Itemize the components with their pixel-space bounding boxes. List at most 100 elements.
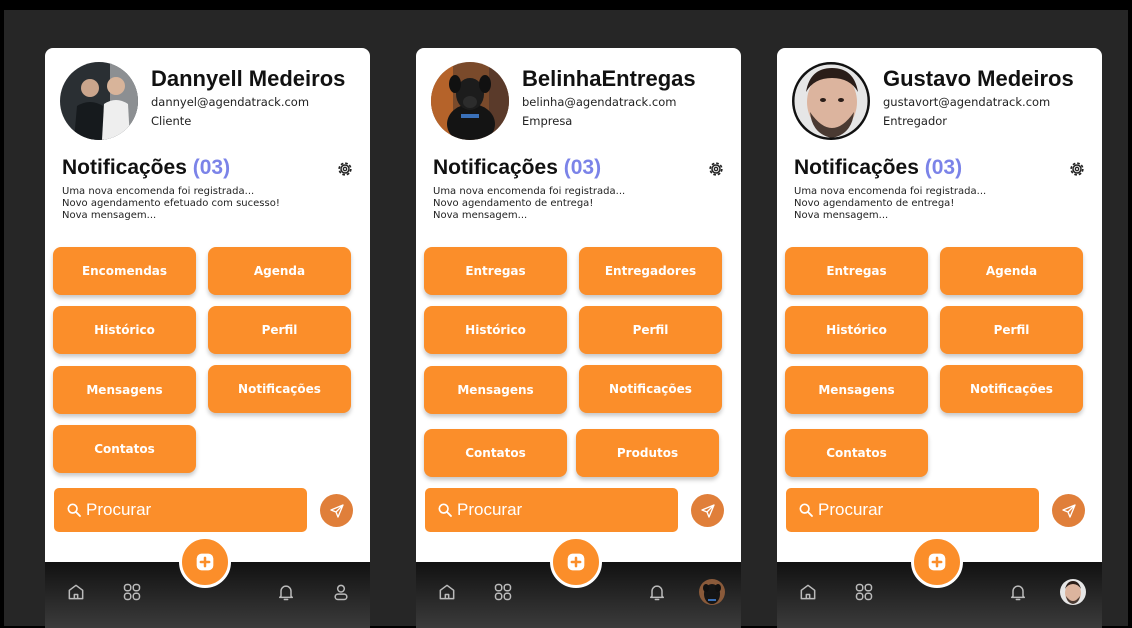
avatar-icon (1060, 579, 1086, 605)
nav-avatar[interactable] (1060, 579, 1086, 605)
send-icon (329, 503, 344, 518)
user-name: BelinhaEntregas (522, 66, 696, 91)
menu-button-contatos[interactable]: Contatos (785, 429, 928, 477)
notification-list: Uma nova encomenda foi registrada... Nov… (794, 186, 986, 222)
menu-button-contatos[interactable]: Contatos (424, 429, 567, 477)
search-input[interactable] (457, 500, 667, 520)
user-role: Empresa (522, 114, 573, 128)
phone-screen-cliente: Dannyell Medeiros dannyel@agendatrack.co… (45, 48, 370, 628)
phone-screen-empresa: BelinhaEntregas belinha@agendatrack.com … (416, 48, 741, 628)
bell-icon[interactable] (647, 582, 667, 602)
notifications-count: (03) (192, 156, 231, 179)
send-button[interactable] (1052, 494, 1085, 527)
menu-button-notificacoes[interactable]: Notificações (940, 365, 1083, 413)
user-photo-icon (60, 62, 138, 140)
notifications-count: (03) (924, 156, 963, 179)
menu-button-historico[interactable]: Histórico (424, 306, 567, 354)
notification-item[interactable]: Novo agendamento de entrega! (433, 198, 625, 210)
user-avatar (792, 62, 870, 140)
avatar-icon (699, 579, 725, 605)
notification-item[interactable]: Uma nova encomenda foi registrada... (794, 186, 986, 198)
plus-icon (196, 553, 214, 571)
user-role: Entregador (883, 114, 948, 128)
dog-photo-icon (431, 62, 509, 140)
send-icon (700, 503, 715, 518)
notification-item[interactable]: Novo agendamento de entrega! (794, 198, 986, 210)
mockup-canvas: Dannyell Medeiros dannyel@agendatrack.co… (4, 10, 1128, 628)
menu-button-historico[interactable]: Histórico (785, 306, 928, 354)
home-icon[interactable] (66, 582, 86, 602)
search-icon (438, 503, 452, 517)
menu-button-perfil[interactable]: Perfil (579, 306, 722, 354)
user-email: belinha@agendatrack.com (522, 95, 677, 109)
grid-icon[interactable] (493, 582, 513, 602)
menu-button-historico[interactable]: Histórico (53, 306, 196, 354)
search-icon (799, 503, 813, 517)
notifications-title: Notificações (62, 156, 187, 179)
menu-button-entregadores[interactable]: Entregadores (579, 247, 722, 295)
send-icon (1061, 503, 1076, 518)
notifications-title: Notificações (433, 156, 558, 179)
search-bar (786, 488, 1039, 532)
user-email: dannyel@agendatrack.com (151, 95, 310, 109)
grid-icon[interactable] (854, 582, 874, 602)
home-icon[interactable] (437, 582, 457, 602)
notification-list: Uma nova encomenda foi registrada... Nov… (62, 186, 280, 222)
notification-item[interactable]: Novo agendamento efetuado com sucesso! (62, 198, 280, 210)
notification-item[interactable]: Uma nova encomenda foi registrada... (433, 186, 625, 198)
user-role: Cliente (151, 114, 192, 128)
bell-icon[interactable] (276, 582, 296, 602)
user-photo-icon (792, 62, 870, 140)
home-icon[interactable] (798, 582, 818, 602)
notification-list: Uma nova encomenda foi registrada... Nov… (433, 186, 625, 222)
menu-button-mensagens[interactable]: Mensagens (785, 366, 928, 414)
add-button[interactable] (911, 536, 963, 588)
notifications-heading: Notificações (03) (62, 156, 230, 180)
phone-screen-entregador: Gustavo Medeiros gustavort@agendatrack.c… (777, 48, 1102, 628)
menu-button-entregas[interactable]: Entregas (785, 247, 928, 295)
gear-icon[interactable] (1067, 159, 1087, 179)
user-avatar (60, 62, 138, 140)
notification-item[interactable]: Nova mensagem... (62, 210, 280, 222)
menu-button-encomendas[interactable]: Encomendas (53, 247, 196, 295)
menu-button-notificacoes[interactable]: Notificações (579, 365, 722, 413)
notifications-count: (03) (563, 156, 602, 179)
notifications-heading: Notificações (03) (433, 156, 601, 180)
search-bar (54, 488, 307, 532)
add-button[interactable] (550, 536, 602, 588)
notification-item[interactable]: Nova mensagem... (794, 210, 986, 222)
send-button[interactable] (691, 494, 724, 527)
plus-icon (567, 553, 585, 571)
search-input[interactable] (86, 500, 296, 520)
user-email: gustavort@agendatrack.com (883, 95, 1051, 109)
plus-icon (928, 553, 946, 571)
notifications-heading: Notificações (03) (794, 156, 962, 180)
gear-icon[interactable] (335, 159, 355, 179)
menu-button-contatos[interactable]: Contatos (53, 425, 196, 473)
profile-icon[interactable] (331, 582, 351, 602)
notification-item[interactable]: Nova mensagem... (433, 210, 625, 222)
menu-button-agenda[interactable]: Agenda (208, 247, 351, 295)
menu-button-perfil[interactable]: Perfil (208, 306, 351, 354)
menu-button-mensagens[interactable]: Mensagens (424, 366, 567, 414)
send-button[interactable] (320, 494, 353, 527)
search-bar (425, 488, 678, 532)
search-input[interactable] (818, 500, 1028, 520)
user-name: Dannyell Medeiros (151, 66, 346, 91)
menu-button-mensagens[interactable]: Mensagens (53, 366, 196, 414)
grid-icon[interactable] (122, 582, 142, 602)
notifications-title: Notificações (794, 156, 919, 179)
menu-button-notificacoes[interactable]: Notificações (208, 365, 351, 413)
menu-button-perfil[interactable]: Perfil (940, 306, 1083, 354)
menu-button-entregas[interactable]: Entregas (424, 247, 567, 295)
user-name: Gustavo Medeiros (883, 66, 1074, 91)
add-button[interactable] (179, 536, 231, 588)
user-avatar (431, 62, 509, 140)
notification-item[interactable]: Uma nova encomenda foi registrada... (62, 186, 280, 198)
menu-button-produtos[interactable]: Produtos (576, 429, 719, 477)
nav-avatar[interactable] (699, 579, 725, 605)
gear-icon[interactable] (706, 159, 726, 179)
menu-button-agenda[interactable]: Agenda (940, 247, 1083, 295)
bell-icon[interactable] (1008, 582, 1028, 602)
search-icon (67, 503, 81, 517)
